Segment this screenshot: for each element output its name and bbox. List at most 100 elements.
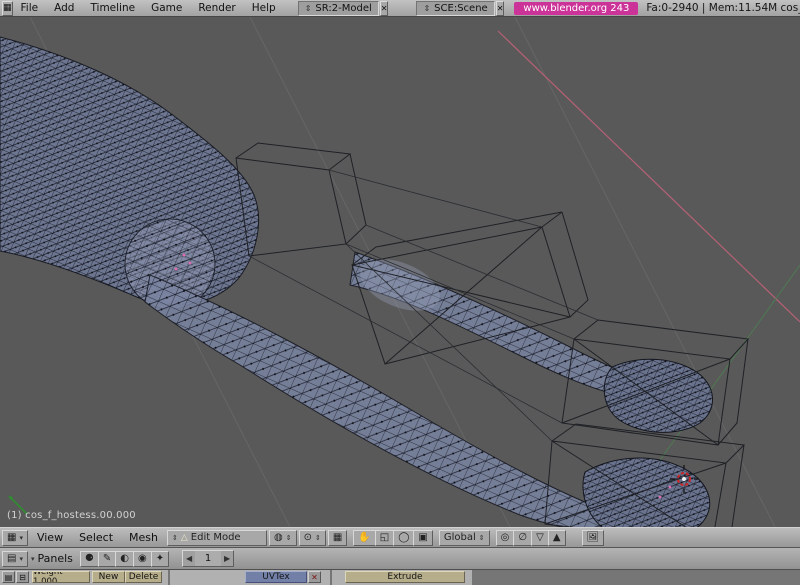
layers-icon: ▦ [333, 532, 342, 543]
menu-add[interactable]: Add [46, 2, 82, 14]
panels-collapse-icon[interactable]: ▾ [31, 555, 35, 563]
manipulator-rotate-button[interactable]: ◯ [393, 530, 413, 546]
render-preview-button[interactable]: 🖼 [582, 530, 605, 546]
image-icon: 🖼 [587, 532, 600, 543]
scene-selector-label: SCE:Scene [434, 3, 488, 14]
orientation-dropdown[interactable]: Global ⇕ [439, 530, 490, 546]
new-button[interactable]: New [92, 571, 125, 583]
arrow-left-icon[interactable]: ◀ [183, 554, 195, 563]
viewport-canvas[interactable] [0, 17, 800, 527]
mode-dropdown[interactable]: ⇕ △ Edit Mode [167, 530, 267, 546]
scene-selector[interactable]: ⇕ SCE:Scene [416, 1, 494, 16]
hand-icon: ✋ [358, 532, 370, 543]
vertex-select-button[interactable]: ▽ [531, 530, 548, 546]
menu-render[interactable]: Render [190, 2, 243, 14]
layers-button[interactable]: ▦ [328, 530, 347, 546]
updown-icon: ⇕ [423, 4, 430, 13]
weight-slider[interactable]: Weight 1.000 [32, 571, 90, 583]
magnet-icon: ∅ [518, 532, 527, 543]
pivot-icon: ⊙ [304, 532, 312, 543]
menu-view[interactable]: View [30, 531, 70, 544]
select-mode-toggles: ◎ ∅ ▽ ▲ [496, 530, 566, 546]
chevron-down-icon: ▾ [19, 534, 23, 542]
buttons-context-toggles: ⚈ ✎ ◐ ◉ ✦ [80, 551, 169, 567]
face-icon: ▲ [553, 532, 561, 543]
active-object-label: (1) cos_f_hostess.00.000 [7, 510, 136, 521]
screen-selector-label: SR:2-Model [315, 3, 371, 14]
logic-icon: ⚈ [85, 553, 94, 564]
frame-value[interactable]: 1 [195, 551, 221, 566]
vertex-icon: ▽ [536, 532, 544, 543]
menu-help[interactable]: Help [244, 2, 284, 14]
updown-icon: ⇕ [286, 534, 292, 542]
viewport-3d[interactable]: (1) cos_f_hostess.00.000 [0, 17, 800, 527]
delete-button[interactable]: Delete [125, 571, 162, 583]
panel-icon: ▤ [7, 553, 16, 564]
uvtex-delete-button[interactable]: ✕ [308, 571, 321, 583]
viewport-header: ▦ ▾ View Select Mesh ⇕ △ Edit Mode ◍ ⇕ ⊙… [0, 527, 800, 548]
menu-mesh[interactable]: Mesh [122, 531, 165, 544]
top-menubar: ▦ File Add Timeline Game Render Help ⇕ S… [0, 0, 800, 17]
manipulator-hand-button[interactable]: ✋ [353, 530, 374, 546]
editing-context-button[interactable]: ✦ [151, 551, 169, 567]
sphere-icon: ◍ [274, 532, 283, 543]
mode-dropdown-label: Edit Mode [191, 532, 241, 543]
close-icon: ✕ [311, 573, 318, 582]
object-icon: ◉ [138, 553, 147, 564]
buttons-panel-strip: ▤ ⊟ Weight 1.000 New Delete UVTex ✕ Extr… [0, 570, 800, 585]
pink-guide-line [498, 31, 800, 322]
frame-stepper[interactable]: ◀ 1 ▶ [182, 550, 234, 567]
panel-collapse-button[interactable]: ⊟ [16, 571, 29, 583]
proportional-edit-button[interactable]: ◎ [496, 530, 514, 546]
buttons-window-header: ▤ ▾ ▾ Panels ⚈ ✎ ◐ ◉ ✦ ◀ 1 ▶ [0, 548, 800, 570]
mesh-torso [0, 37, 259, 309]
extrude-button[interactable]: Extrude [345, 571, 465, 583]
collapse-icon: ⊟ [19, 573, 26, 582]
scene-close-button[interactable]: ✕ [496, 1, 505, 16]
translate-icon: ◱ [380, 532, 389, 543]
menu-game[interactable]: Game [143, 2, 190, 14]
screen-close-button[interactable]: ✕ [380, 1, 389, 16]
draw-type-dropdown[interactable]: ◍ ⇕ [269, 530, 297, 546]
updown-icon: ⇕ [315, 534, 321, 542]
stats-readout: Fa:0-2940 | Mem:11.54M cos_f_ho [646, 2, 800, 14]
manipulator-toggles: ✋ ◱ ◯ ▣ [353, 530, 433, 546]
editmode-icon: △ [181, 533, 188, 543]
manipulator-translate-button[interactable]: ◱ [375, 530, 393, 546]
scale-icon: ▣ [418, 532, 427, 543]
editor-type-button[interactable]: ▤ ▾ [2, 551, 28, 567]
orientation-label: Global [444, 532, 476, 543]
object-context-button[interactable]: ◉ [133, 551, 151, 567]
shading-context-button[interactable]: ◐ [115, 551, 133, 567]
grid-icon: ▦ [3, 3, 12, 13]
face-select-button[interactable]: ▲ [548, 530, 566, 546]
editor-type-button[interactable]: ▦ ▾ [2, 530, 28, 546]
grid-icon: ▦ [7, 532, 16, 543]
panels-menu[interactable]: Panels [37, 552, 72, 565]
updown-icon: ⇕ [479, 534, 485, 542]
script-context-button[interactable]: ✎ [98, 551, 115, 567]
window-type-button[interactable]: ▦ [2, 1, 13, 16]
menu-select[interactable]: Select [72, 531, 120, 544]
arrow-right-icon[interactable]: ▶ [221, 554, 233, 563]
blender-org-link[interactable]: www.blender.org 243 [514, 2, 638, 15]
manipulator-scale-button[interactable]: ▣ [413, 530, 432, 546]
script-icon: ✎ [103, 553, 111, 564]
updown-icon: ⇕ [305, 4, 312, 13]
menu-timeline[interactable]: Timeline [82, 2, 143, 14]
close-icon: ✕ [497, 4, 504, 13]
rotate-icon: ◯ [398, 532, 409, 543]
chevron-down-icon: ▾ [19, 555, 23, 563]
editing-icon: ✦ [156, 553, 164, 564]
uvtex-list-item[interactable]: UVTex [245, 571, 307, 583]
close-icon: ✕ [381, 4, 388, 13]
updown-icon: ⇕ [172, 534, 178, 542]
panel-header-button[interactable]: ▤ [2, 571, 15, 583]
circle-icon: ◎ [501, 532, 510, 543]
screen-selector[interactable]: ⇕ SR:2-Model [298, 1, 379, 16]
pivot-dropdown[interactable]: ⊙ ⇕ [299, 530, 326, 546]
panel-icon: ▤ [5, 573, 13, 582]
menu-file[interactable]: File [13, 2, 47, 14]
logic-context-button[interactable]: ⚈ [80, 551, 98, 567]
snap-button[interactable]: ∅ [513, 530, 531, 546]
